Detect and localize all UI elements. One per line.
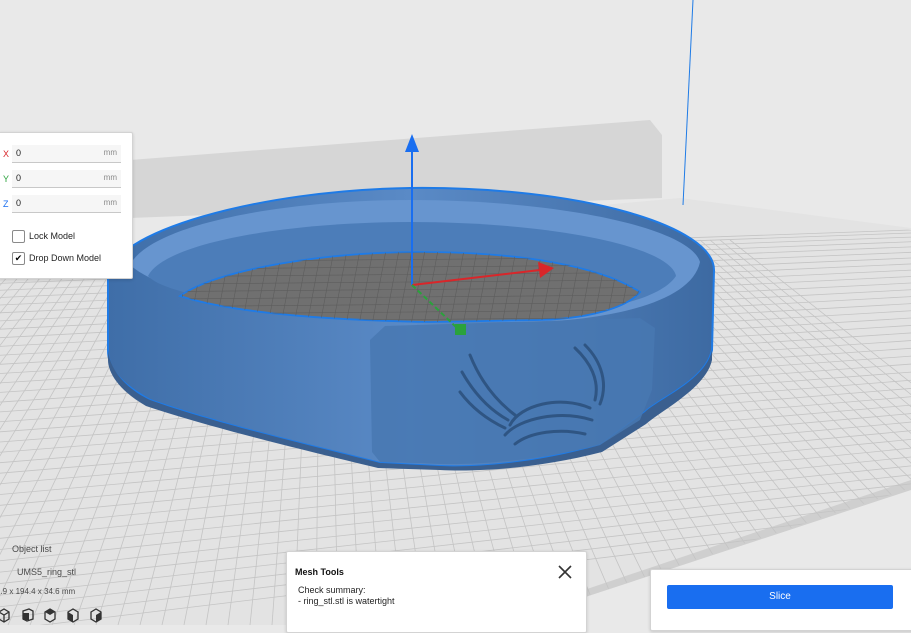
- z-axis-label: Z: [3, 199, 9, 209]
- 3d-viewport[interactable]: [0, 0, 911, 625]
- x-position-row: X 0 mm: [0, 145, 132, 165]
- lock-model-checkbox[interactable]: [12, 230, 25, 243]
- drop-down-model-checkbox[interactable]: ✔: [12, 252, 25, 265]
- x-position-input[interactable]: 0 mm: [12, 145, 121, 163]
- left-view-icon[interactable]: [65, 607, 81, 623]
- x-axis-label: X: [3, 149, 10, 159]
- drop-down-model-label: Drop Down Model: [29, 253, 102, 263]
- right-view-icon[interactable]: [88, 607, 104, 623]
- y-axis-handle-box[interactable]: [455, 324, 466, 335]
- top-view-icon[interactable]: [42, 607, 58, 623]
- camera-view-toolbar: [0, 607, 116, 625]
- move-tool-panel: X 0 mm Y 0 mm Z 0 mm Lock Model ✔ Drop D…: [0, 132, 133, 279]
- y-position-value: 0: [16, 173, 22, 183]
- x-unit: mm: [103, 148, 117, 157]
- check-summary-heading: Check summary:: [298, 585, 366, 595]
- z-position-input[interactable]: 0 mm: [12, 195, 121, 213]
- front-view-icon[interactable]: [19, 607, 35, 623]
- lock-model-option[interactable]: Lock Model: [12, 230, 130, 244]
- check-summary-result: - ring_stl.stl is watertight: [298, 596, 395, 606]
- mesh-tools-message: Mesh Tools Check summary: - ring_stl.stl…: [286, 551, 587, 633]
- y-position-row: Y 0 mm: [0, 170, 132, 190]
- slice-panel: Slice: [650, 569, 911, 631]
- z-position-value: 0: [16, 198, 22, 208]
- y-unit: mm: [103, 173, 117, 182]
- lock-model-label: Lock Model: [29, 231, 76, 241]
- z-unit: mm: [103, 198, 117, 207]
- drop-down-model-option[interactable]: ✔ Drop Down Model: [12, 252, 130, 266]
- object-list-toggle[interactable]: Object list: [12, 544, 52, 554]
- 3d-view-icon[interactable]: [0, 607, 12, 623]
- slice-button[interactable]: Slice: [667, 585, 893, 609]
- build-volume-edge: [682, 0, 694, 206]
- y-axis-label: Y: [3, 174, 10, 184]
- x-position-value: 0: [16, 148, 22, 158]
- mesh-tools-title: Mesh Tools: [295, 567, 344, 577]
- object-name[interactable]: UMS5_ring_stl: [17, 567, 76, 577]
- close-icon[interactable]: [556, 563, 574, 581]
- z-position-row: Z 0 mm: [0, 195, 132, 215]
- y-position-input[interactable]: 0 mm: [12, 170, 121, 188]
- object-dimensions: 9.9 x 194.4 x 34.6 mm: [0, 587, 76, 596]
